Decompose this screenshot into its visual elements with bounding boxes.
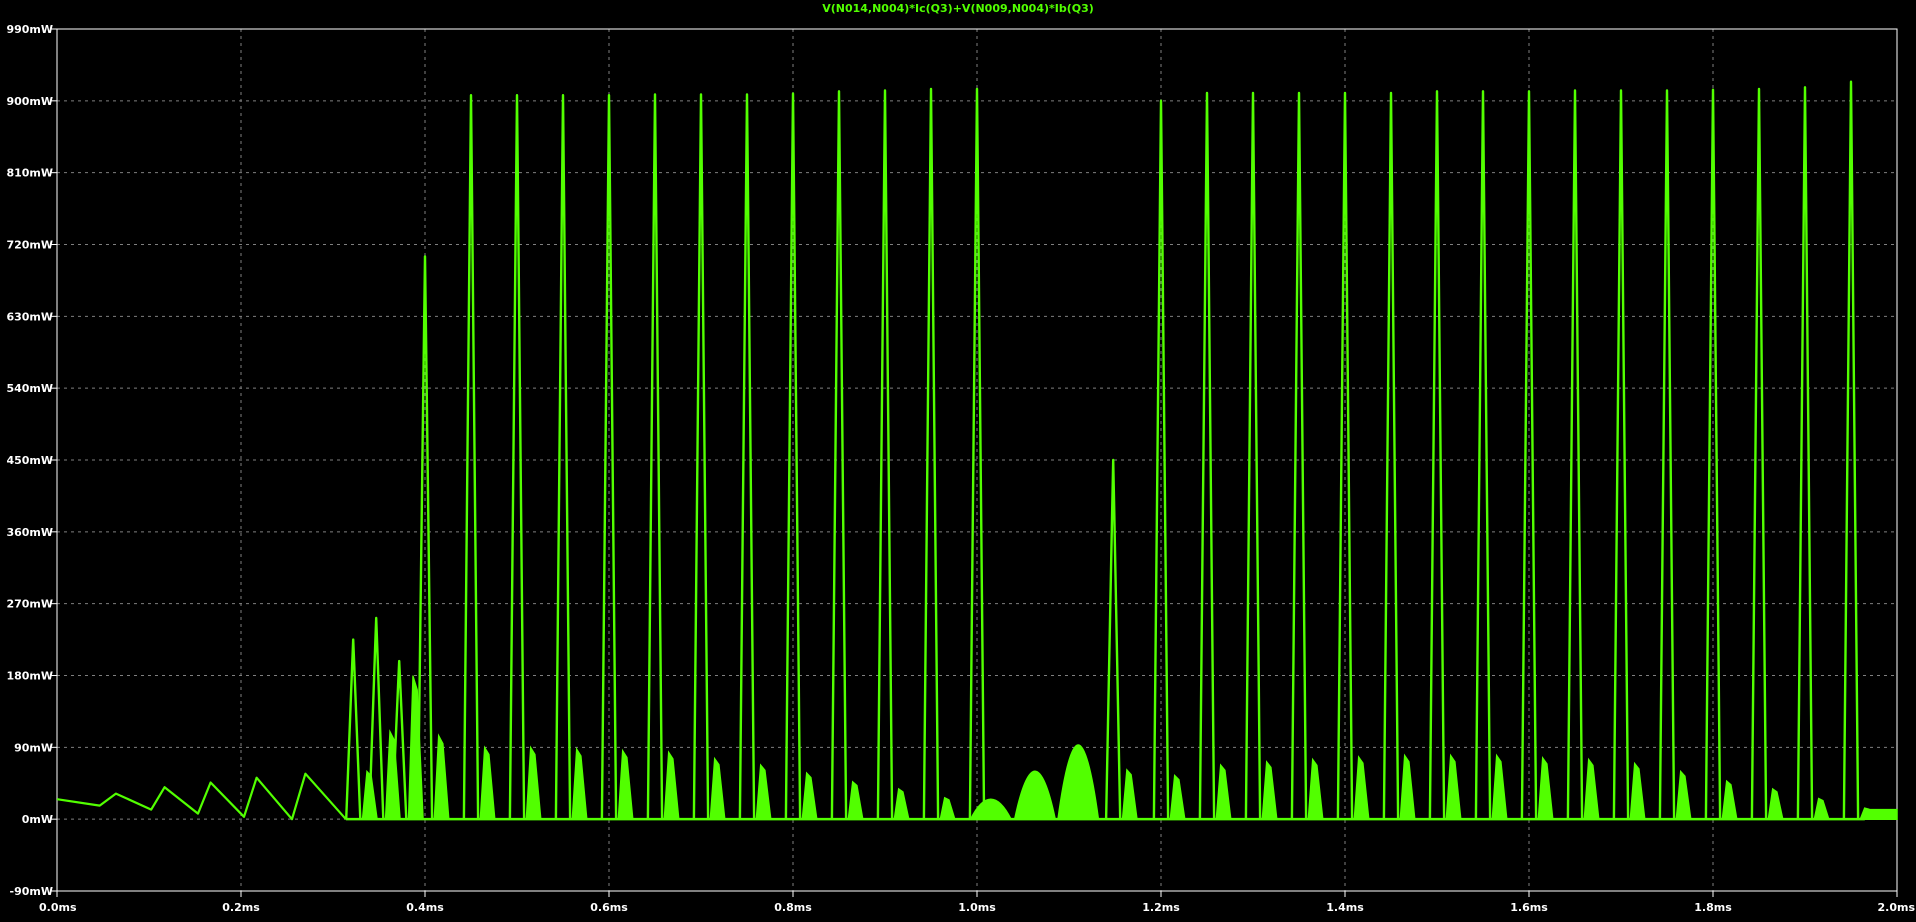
pulse-peak <box>462 94 480 820</box>
y-tick-label: 540mW <box>6 382 53 395</box>
pulse-peak <box>1244 91 1262 820</box>
pulse-peak <box>554 94 572 820</box>
pulse-secondary-lobe <box>1121 768 1138 820</box>
y-tick-label: 990mW <box>6 23 53 36</box>
x-tick-label: 0.6ms <box>590 901 628 914</box>
pulse-peak <box>508 94 526 820</box>
y-tick-label: 0mW <box>22 813 53 826</box>
waveform-chart: -90mW 0mW 90mW 180mW 270mW 360mW 450mW 540mW 630… <box>6 2 1915 914</box>
pulse-secondary-lobe <box>525 745 542 820</box>
pulse-peak <box>1566 89 1584 820</box>
startup-oscillation <box>56 772 347 821</box>
pulse-peak <box>416 255 434 820</box>
series-hump <box>1013 770 1057 820</box>
x-tick-label: 0.4ms <box>406 901 444 914</box>
series-tail <box>1863 808 1898 820</box>
y-tick-label: 360mW <box>6 526 53 539</box>
y-tick-label: -90mW <box>10 885 53 898</box>
x-tick-label: 1.2ms <box>1142 901 1180 914</box>
pulse-peak <box>876 89 894 820</box>
pulse-peak <box>646 93 664 820</box>
pulse-peak <box>1382 91 1400 820</box>
y-tick-label: 900mW <box>6 95 53 108</box>
x-tick-label: 0.2ms <box>222 901 260 914</box>
pulse-peak <box>1612 89 1630 820</box>
x-tick-label: 2.0ms <box>1878 901 1916 914</box>
x-tick-label: 1.4ms <box>1326 901 1364 914</box>
series-hump <box>1057 744 1100 820</box>
x-tick-label: 0.8ms <box>774 901 812 914</box>
pulse-secondary-lobe <box>1215 763 1232 820</box>
pulse-peak <box>922 87 940 820</box>
pulse-peak <box>1842 80 1860 820</box>
y-tick-label: 720mW <box>6 239 53 252</box>
y-tick-label: 810mW <box>6 167 53 180</box>
pulse-secondary-lobe <box>1399 753 1416 820</box>
x-axis: 0.0ms 0.2ms 0.4ms 0.6ms 0.8ms 1.0ms 1.2ms 1.4ms… <box>39 891 1915 914</box>
pulse-secondary-lobe <box>939 796 956 820</box>
y-axis: -90mW 0mW 90mW 180mW 270mW 360mW 450mW 540mW 630… <box>6 23 57 898</box>
pulse-secondary-lobe <box>1767 787 1784 820</box>
pulse-secondary-lobe <box>1491 753 1508 820</box>
pulse-secondary-lobe <box>479 745 496 820</box>
pulse-secondary-lobe <box>847 780 864 820</box>
pulse-peak <box>1290 91 1308 820</box>
pulse-secondary-lobe <box>663 750 680 820</box>
y-tick-label: 90mW <box>14 741 53 754</box>
pulse-secondary-lobe <box>407 675 424 820</box>
chart-title: V(N014,N004)*Ic(Q3)+V(N009,N004)*Ib(Q3) <box>822 2 1094 15</box>
pulse-secondary-lobe <box>1813 797 1830 820</box>
pulse-peak <box>1198 91 1216 820</box>
pulse-peak <box>1658 89 1676 820</box>
pulse-secondary-lobe <box>1537 755 1554 820</box>
pulse-secondary-lobe <box>1675 769 1692 820</box>
pulse-peak <box>692 93 710 820</box>
pulse-peak <box>1428 90 1446 820</box>
chart-container: -90mW 0mW 90mW 180mW 270mW 360mW 450mW 540mW 630… <box>0 0 1916 917</box>
x-tick-label: 1.0ms <box>958 901 996 914</box>
pulse-secondary-lobe <box>709 756 726 820</box>
pulse-secondary-lobe <box>801 771 818 820</box>
pulse-secondary-lobe <box>1169 773 1186 820</box>
pulse-secondary-lobe <box>1261 760 1278 820</box>
pulse-peak <box>830 90 848 820</box>
pulse-peak <box>1796 86 1814 820</box>
pulse-peak <box>1104 458 1122 820</box>
pulse-secondary-lobe <box>1721 779 1738 820</box>
pulse-peak <box>345 638 362 820</box>
y-tick-label: 630mW <box>6 310 53 323</box>
pulse-peak <box>368 616 385 820</box>
pulse-peak <box>1474 90 1492 820</box>
pulse-peak <box>1750 87 1768 820</box>
pulse-secondary-lobe <box>1307 757 1324 820</box>
y-tick-label: 180mW <box>6 670 53 683</box>
y-tick-label: 270mW <box>6 598 53 611</box>
x-tick-label: 0.0ms <box>39 901 77 914</box>
pulse-secondary-lobe <box>1583 757 1600 820</box>
pulse-peak <box>738 93 756 820</box>
pulse-secondary-lobe <box>1629 761 1646 820</box>
pulse-secondary-lobe <box>893 787 910 820</box>
x-tick-label: 1.8ms <box>1694 901 1732 914</box>
pulse-secondary-lobe <box>433 733 450 820</box>
pulse-secondary-lobe <box>571 746 588 820</box>
pulse-secondary-lobe <box>1445 753 1462 820</box>
pulse-secondary-lobe <box>617 748 634 820</box>
x-tick-label: 1.6ms <box>1510 901 1548 914</box>
y-tick-label: 450mW <box>6 454 53 467</box>
pulse-secondary-lobe <box>1353 755 1370 820</box>
pulse-secondary-lobe <box>755 763 772 820</box>
